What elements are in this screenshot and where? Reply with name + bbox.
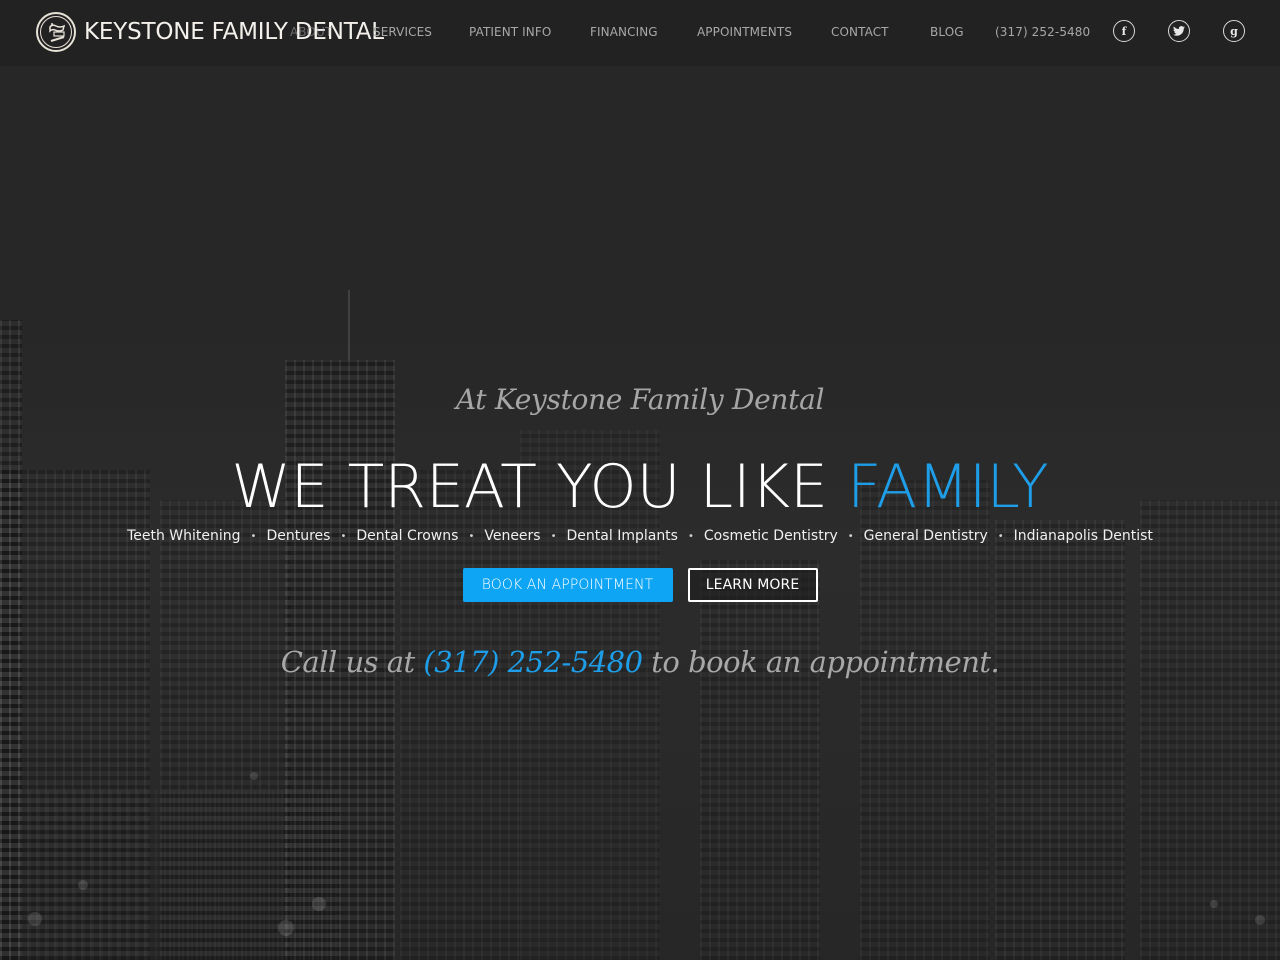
nav-about[interactable]: ABOUT — [290, 25, 332, 39]
brand-name: KEYSTONE FAMILY DENTAL — [84, 19, 384, 45]
background-light — [250, 772, 258, 780]
site-header: KEYSTONE FAMILY DENTAL ABOUT SERVICES PA… — [0, 0, 1280, 66]
service-link[interactable]: General Dentistry — [864, 528, 988, 544]
background-building — [860, 480, 990, 960]
book-appointment-button[interactable]: BOOK AN APPOINTMENT — [462, 568, 673, 602]
service-separator: • — [687, 530, 694, 542]
service-separator: • — [847, 530, 854, 542]
nav-services[interactable]: SERVICES — [373, 25, 432, 39]
cta-buttons: BOOK AN APPOINTMENT LEARN MORE — [0, 568, 1280, 602]
nav-phone-link[interactable]: (317) 252-5480 — [995, 25, 1090, 39]
service-link[interactable]: Dental Implants — [567, 528, 678, 544]
background-light — [28, 912, 42, 926]
learn-more-button[interactable]: LEARN MORE — [687, 568, 818, 602]
service-link[interactable]: Indianapolis Dentist — [1014, 528, 1153, 544]
hero-title: WE TREAT YOU LIKE FAMILY — [0, 451, 1280, 523]
nav-financing[interactable]: FINANCING — [590, 25, 658, 39]
nav-appointments[interactable]: APPOINTMENTS — [697, 25, 792, 39]
callout-phone-link[interactable]: (317) 252-5480 — [423, 645, 643, 679]
background-light — [312, 897, 326, 911]
hero-title-accent: FAMILY — [847, 452, 1049, 522]
callout-before: Call us at — [280, 645, 424, 679]
callout-after: to book an appointment. — [642, 645, 1000, 679]
background-building — [20, 790, 340, 960]
service-link[interactable]: Dentures — [266, 528, 330, 544]
service-link[interactable]: Dental Crowns — [356, 528, 458, 544]
call-to-book-text: Call us at (317) 252-5480 to book an app… — [0, 645, 1280, 679]
service-separator: • — [997, 530, 1004, 542]
background-light — [1210, 900, 1218, 908]
google-plus-icon[interactable]: g — [1223, 20, 1245, 42]
twitter-icon[interactable] — [1168, 20, 1190, 42]
service-link[interactable]: Veneers — [484, 528, 540, 544]
facebook-icon[interactable]: f — [1113, 20, 1135, 42]
background-building — [700, 560, 820, 960]
nav-contact[interactable]: CONTACT — [831, 25, 889, 39]
tooth-toothbrush-emblem-icon — [36, 12, 76, 52]
nav-blog[interactable]: BLOG — [930, 25, 964, 39]
service-separator: • — [468, 530, 475, 542]
service-separator: • — [550, 530, 557, 542]
nav-patient-info[interactable]: PATIENT INFO — [469, 25, 551, 39]
service-separator: • — [340, 530, 347, 542]
services-links: Teeth Whitening • Dentures • Dental Crowns • V… — [0, 528, 1280, 544]
service-link[interactable]: Teeth Whitening — [127, 528, 240, 544]
background-light — [278, 920, 294, 936]
background-light — [1255, 915, 1265, 925]
hero-title-plain: WE TREAT YOU LIKE — [231, 452, 848, 522]
service-link[interactable]: Cosmetic Dentistry — [704, 528, 838, 544]
background-spire — [348, 290, 350, 360]
service-separator: • — [250, 530, 257, 542]
background-light — [78, 880, 88, 890]
hero-intro: At Keystone Family Dental — [455, 383, 825, 416]
